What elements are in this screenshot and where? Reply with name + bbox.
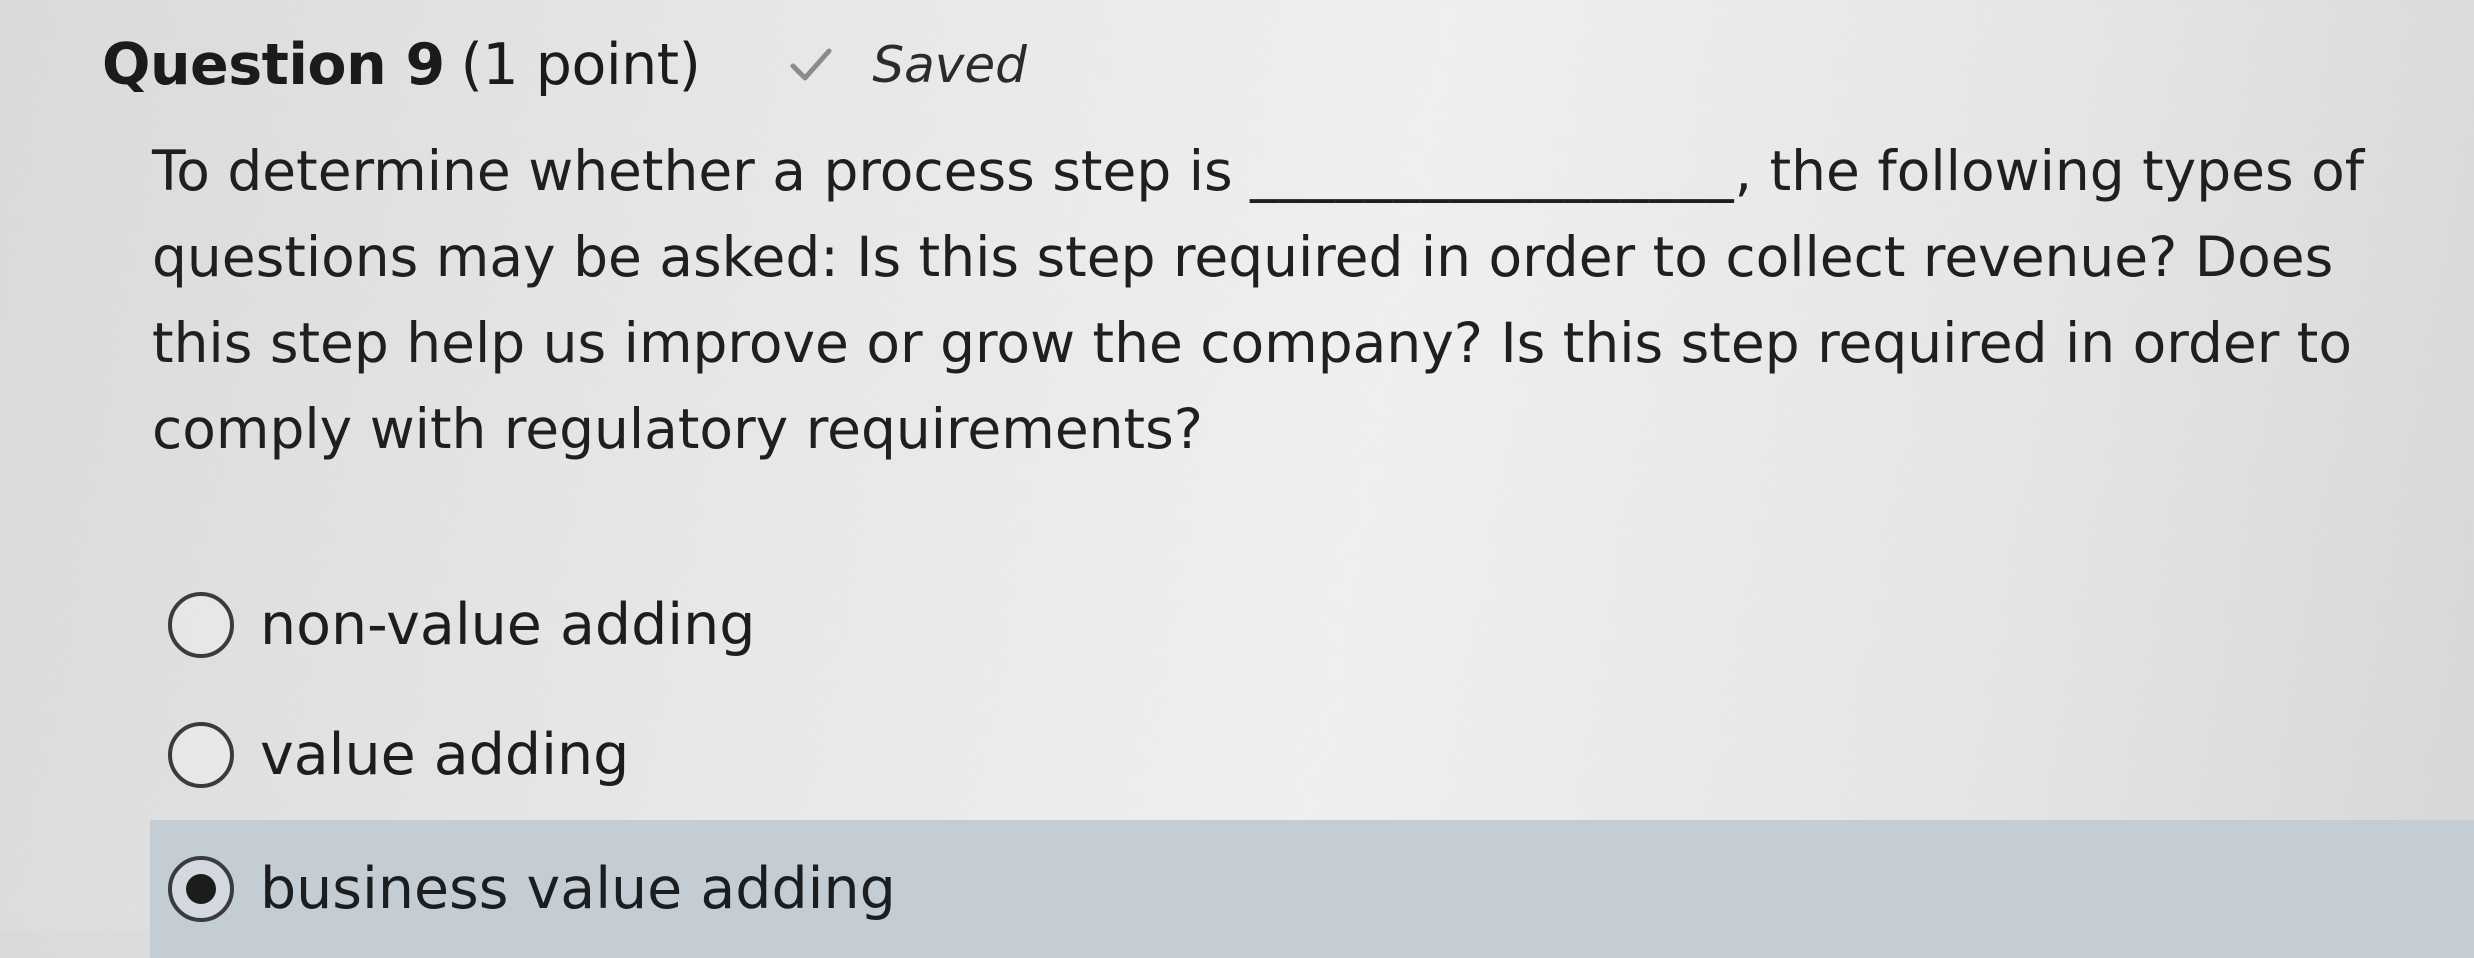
question-title: Question 9 [102, 32, 445, 98]
saved-status: Saved [872, 36, 1027, 94]
question-text-before-blank: To determine whether a process step is [152, 139, 1251, 203]
option-value-adding[interactable]: value adding [150, 690, 2474, 820]
radio-button[interactable] [168, 592, 234, 658]
question-points: (1 point) [460, 32, 701, 98]
option-label[interactable]: value adding [260, 722, 629, 788]
checkmark-icon [790, 47, 832, 83]
option-business-value-adding[interactable]: business value adding [150, 820, 2474, 958]
question-text: To determine whether a process step is _… [152, 128, 2422, 472]
option-non-value-adding[interactable]: non-value adding [150, 560, 2474, 690]
fill-in-blank: _________________ [1250, 139, 1735, 203]
radio-button-selected[interactable] [168, 856, 234, 922]
option-label[interactable]: business value adding [260, 856, 896, 922]
option-label[interactable]: non-value adding [260, 592, 755, 658]
answer-options: non-value adding value adding business v… [150, 560, 2474, 958]
radio-button[interactable] [168, 722, 234, 788]
question-header: Question 9 (1 point) Saved [102, 20, 1027, 110]
radio-selected-dot [186, 874, 216, 904]
